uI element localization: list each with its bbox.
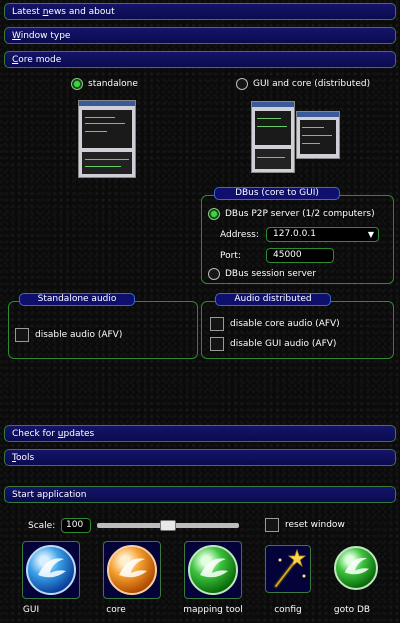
section-label-rest: ore mode [18, 55, 62, 65]
launch-gui-label: GUI [22, 605, 40, 615]
launch-mapping-tool-label: mapping tool [183, 605, 243, 615]
gui-app-icon [26, 545, 76, 595]
scale-slider[interactable] [97, 520, 239, 531]
dbus-p2p-label: DBus P2P server (1/2 computers) [225, 209, 375, 219]
scale-slider-handle[interactable] [160, 520, 176, 531]
disable-audio-label: disable audio (AFV) [35, 330, 123, 340]
standalone-preview-image[interactable] [78, 100, 136, 178]
section-label-rest: pdates [63, 429, 95, 439]
magic-wand-icon [273, 548, 307, 589]
chevron-down-icon: ▼ [367, 230, 374, 239]
audio-distributed-title: Audio distributed [215, 293, 331, 306]
section-check-updates[interactable]: Check for updates [4, 425, 396, 442]
core-app-icon [107, 545, 157, 595]
scale-value: 100 [66, 520, 84, 530]
reset-window-label: reset window [285, 520, 345, 530]
scale-input[interactable]: 100 [61, 518, 91, 533]
address-value: 127.0.0.1 [273, 229, 316, 239]
distributed-label: GUI and core (distributed) [253, 79, 371, 89]
section-label: Check for [12, 429, 58, 439]
address-combo[interactable]: 127.0.0.1 ▼ [266, 227, 379, 242]
disable-gui-audio-checkbox[interactable] [210, 337, 224, 351]
standalone-radio[interactable] [71, 78, 83, 90]
distributed-preview-core-image[interactable] [296, 111, 340, 159]
distributed-radio[interactable] [236, 78, 248, 90]
section-label-rest: ews and about [48, 7, 115, 17]
dbus-session-label: DBus session server [225, 269, 317, 279]
port-value: 45000 [273, 250, 302, 260]
standalone-label: standalone [88, 79, 138, 89]
section-label: Latest [12, 7, 43, 17]
launch-core-label: core [106, 605, 126, 615]
distributed-preview-gui-image[interactable] [251, 101, 295, 173]
disable-core-audio-checkbox[interactable] [210, 317, 224, 331]
launch-config-button[interactable] [265, 545, 311, 593]
section-start-application[interactable]: Start application [4, 486, 396, 503]
launch-goto-db-label: goto DB [333, 605, 371, 615]
address-label: Address: [220, 230, 259, 240]
section-label: Start application [12, 490, 87, 500]
goto-db-app-icon [334, 546, 378, 590]
disable-audio-checkbox[interactable] [15, 328, 29, 342]
section-tools[interactable]: Tools [4, 449, 396, 466]
section-mnemonic: W [12, 31, 21, 41]
launch-gui-button[interactable] [22, 541, 80, 599]
section-label-rest: ools [15, 453, 35, 463]
section-news[interactable]: Latest news and about [4, 3, 396, 20]
audio-distributed-group [201, 301, 394, 359]
dbus-group-title: DBus (core to GUI) [214, 187, 340, 200]
disable-core-audio-label: disable core audio (AFV) [230, 319, 340, 329]
port-input[interactable]: 45000 [266, 248, 334, 263]
reset-window-checkbox[interactable] [265, 518, 279, 532]
launch-mapping-tool-button[interactable] [184, 541, 242, 599]
section-window-type[interactable]: Window type [4, 27, 396, 44]
mapping-tool-app-icon [188, 545, 238, 595]
section-label-rest: indow type [20, 31, 71, 41]
launch-core-button[interactable] [103, 541, 161, 599]
standalone-audio-title: Standalone audio [19, 293, 135, 306]
section-core-mode[interactable]: Core mode [4, 51, 396, 68]
dbus-session-radio[interactable] [208, 268, 220, 280]
port-label: Port: [220, 251, 241, 261]
disable-gui-audio-label: disable GUI audio (AFV) [230, 339, 337, 349]
dbus-p2p-radio[interactable] [208, 208, 220, 220]
launch-goto-db-button[interactable] [334, 546, 378, 592]
scale-label: Scale: [28, 521, 56, 531]
